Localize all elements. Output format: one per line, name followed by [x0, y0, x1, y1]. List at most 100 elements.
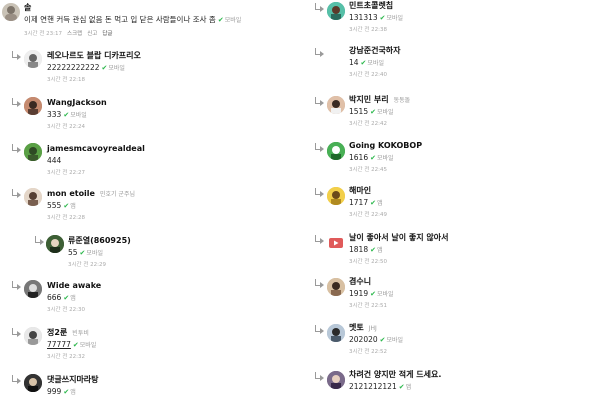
mobile-check-icon: ✔: [370, 246, 376, 254]
comment-author[interactable]: 솔: [24, 3, 31, 13]
comment-time: 3시간 전 22:32: [47, 354, 86, 360]
device-label: 모바일: [70, 112, 87, 119]
comment-text-line: 666 ✔앱: [47, 293, 76, 304]
device-label: 모바일: [86, 250, 103, 257]
comment-author[interactable]: 정2룬 빈투비: [47, 328, 89, 339]
reply-arrow-icon: [35, 236, 45, 245]
author-name[interactable]: 박지민 부리: [349, 95, 389, 104]
comment-author[interactable]: 겸수니: [349, 277, 371, 287]
comment-author[interactable]: jamesmcavoyrealdeal: [47, 144, 145, 154]
device-label: 모바일: [224, 17, 242, 24]
reply-comment: 멧토 JHJ 202020 ✔모바일 3시간 전 22:52: [300, 322, 600, 362]
avatar[interactable]: [327, 142, 345, 160]
comment-text-line: 1818 ✔앱: [349, 245, 383, 256]
device-label: 모바일: [367, 60, 384, 67]
device-label: 앱: [376, 247, 383, 254]
comment-author[interactable]: 차려건 양지만 적게 드세요.: [349, 370, 441, 380]
comment-author[interactable]: Going KOKOBOP: [349, 141, 422, 151]
reply-arrow-icon: [12, 375, 22, 384]
mobile-check-icon: ✔: [72, 341, 79, 349]
avatar[interactable]: [24, 143, 42, 161]
reply-comment: mon etoile 민호기 군주님 555 ✔앱 3시간 전 22:28: [0, 186, 300, 226]
author-nickname: 동동돌: [393, 97, 411, 104]
avatar[interactable]: [24, 97, 42, 115]
comment-meta: 3시간 전 23:17 스크랩 신고 답글: [24, 30, 112, 38]
avatar[interactable]: [327, 2, 345, 20]
comment-author[interactable]: 민트초콜렛칩: [349, 1, 393, 11]
mobile-check-icon: ✔: [63, 202, 70, 210]
avatar[interactable]: [327, 278, 345, 296]
reply-comment: 해마인 1717 ✔앱 3시간 전 22:49: [300, 185, 600, 225]
comment-text: 1919: [349, 289, 369, 298]
avatar[interactable]: [327, 371, 345, 389]
avatar[interactable]: [24, 50, 42, 68]
reply-comment: 민트초콜렛칩 131313 ✔모바일 3시간 전 22:38: [300, 0, 600, 40]
comment-time: 3시간 전 22:29: [68, 262, 107, 268]
avatar[interactable]: [2, 3, 20, 21]
reply-comment: 날이 좋아서 날이 좋지 않아서 1818 ✔앱 3시간 전 22:50: [300, 232, 600, 272]
reply-comment: 레오나르도 블랍 디카프리오 22222222222 ✔모바일 3시간 전 22:…: [0, 48, 300, 88]
comment-text-line: 이제 연핸 커득 관심 없음 돈 먹고 입 닫은 사람들이나 조사 좀 ✔모바일: [24, 15, 241, 26]
author-name[interactable]: 멧토: [349, 323, 364, 332]
avatar[interactable]: [327, 324, 345, 342]
comment-text-line: 1515 ✔모바일: [349, 107, 394, 118]
mobile-check-icon: ✔: [379, 14, 386, 22]
comment-text: 666: [47, 293, 62, 302]
reply-arrow-icon: [315, 188, 325, 197]
reply-comment: 박지민 부리 동동돌 1515 ✔모바일 3시간 전 22:42: [300, 94, 600, 134]
reply-comment: 강남준건국하자 14 ✔모바일 3시간 전 22:40: [300, 45, 600, 85]
comment-text-line: 1717 ✔앱: [349, 198, 383, 209]
device-label: 앱: [405, 384, 412, 391]
avatar[interactable]: [24, 280, 42, 298]
reply-arrow-icon: [315, 143, 325, 152]
comment-author[interactable]: 레오나르도 블랍 디카프리오: [47, 51, 141, 61]
author-nickname: JHJ: [368, 325, 377, 332]
comment-author[interactable]: mon etoile 민호기 군주님: [47, 189, 135, 200]
avatar[interactable]: [327, 96, 345, 114]
reply-arrow-icon: [12, 328, 22, 337]
reply-comment: WangJackson 333 ✔모바일 3시간 전 22:24: [0, 95, 300, 135]
comment-author[interactable]: 날이 좋아서 날이 좋지 않아서: [349, 233, 448, 243]
comment-time: 3시간 전 22:51: [349, 303, 388, 309]
comment-text-line: 202020 ✔모바일: [349, 335, 403, 346]
comment-author[interactable]: WangJackson: [47, 98, 107, 108]
comment-text-line: 14 ✔모바일: [349, 58, 384, 69]
reply-button[interactable]: 답글: [102, 31, 112, 37]
nested-reply-comment: 류준열(860925) 55 ✔모바일 3시간 전 22:29: [0, 233, 300, 273]
comment-author[interactable]: 강남준건국하자: [349, 46, 401, 56]
reply-arrow-icon: [315, 279, 325, 288]
reply-arrow-icon: [315, 235, 325, 244]
author-name[interactable]: 정2룬: [47, 328, 67, 337]
comment-text: 77777: [47, 340, 71, 349]
mobile-check-icon: ✔: [379, 336, 386, 344]
avatar[interactable]: [327, 187, 345, 205]
device-label: 앱: [70, 203, 76, 210]
mobile-check-icon: ✔: [398, 383, 405, 391]
avatar[interactable]: [24, 327, 42, 345]
comment-author[interactable]: 해마인: [349, 186, 371, 196]
reply-arrow-icon: [12, 51, 22, 60]
device-label: 모바일: [376, 109, 394, 116]
comment-author[interactable]: Wide awake: [47, 281, 101, 291]
comment-text-line: 55 ✔모바일: [68, 248, 103, 259]
scrap-button[interactable]: 스크랩: [67, 31, 82, 37]
author-name[interactable]: mon etoile: [47, 189, 95, 198]
report-button[interactable]: 신고: [87, 31, 97, 37]
comment-time: 3시간 전 22:49: [349, 212, 388, 218]
comment-author[interactable]: 류준열(860925): [68, 236, 131, 246]
avatar[interactable]: [24, 188, 42, 206]
comment-text-line: 131313 ✔모바일: [349, 13, 403, 24]
comment-text-line: 333 ✔모바일: [47, 110, 87, 121]
comment-text: 1616: [349, 153, 369, 162]
comment-author[interactable]: 댓글쓰지마라탕: [47, 375, 99, 385]
comment-time: 3시간 전 22:45: [349, 167, 388, 173]
avatar[interactable]: [46, 235, 64, 253]
comment-time: 3시간 전 22:40: [349, 72, 388, 78]
comment-text-line: 22222222222 ✔모바일: [47, 63, 125, 74]
avatar[interactable]: [24, 374, 42, 392]
mobile-check-icon: ✔: [360, 59, 367, 67]
comment-author[interactable]: 박지민 부리 동동돌: [349, 95, 410, 106]
video-icon[interactable]: [327, 234, 345, 252]
comment-author[interactable]: 멧토 JHJ: [349, 323, 377, 334]
reply-arrow-icon: [12, 98, 22, 107]
